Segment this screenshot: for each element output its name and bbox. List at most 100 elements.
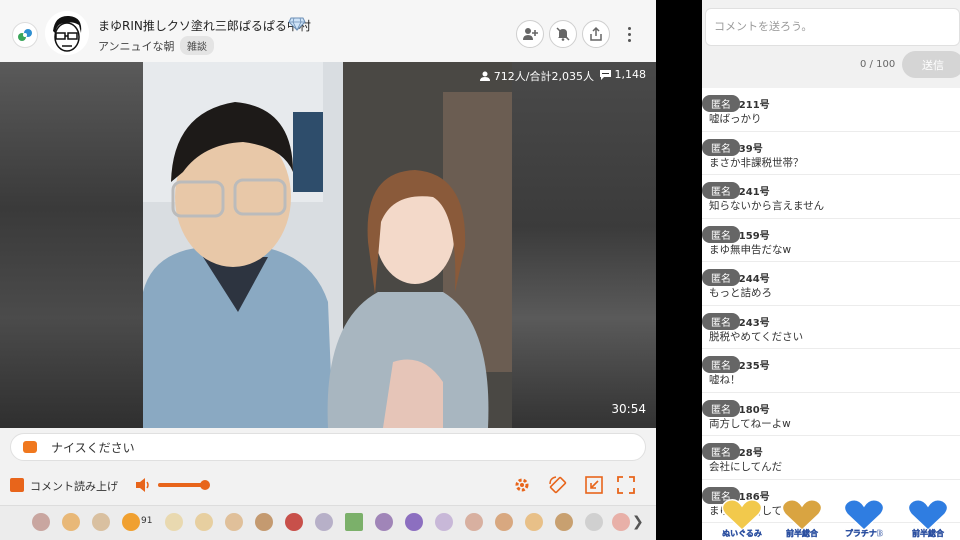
anonymous-badge: 匿名 [702,95,740,112]
diamond-icon [288,16,306,35]
stream-panel: まゆRIN推しクソ塗れ三郎ぱるぱる中村 アンニュイな朝 雑談 712人/合計2,… [0,0,656,540]
badge-icon [843,499,885,532]
comment-text: 嘘ばっかり [709,113,762,125]
anonymous-badge: 匿名 [702,138,740,156]
comment-text: 会社にしてんだ [709,461,783,473]
gift-item[interactable] [465,513,483,531]
send-button[interactable]: 送信 [902,51,960,78]
badge-caption: プラチナB [844,529,884,538]
video-player[interactable]: 712人/合計2,035人 1,148 30:54 [0,62,656,428]
gift-item[interactable] [32,513,50,531]
gift-item[interactable] [122,513,140,531]
anonymous-badge: 匿名 [702,182,740,199]
anonymous-badge: 匿名 [702,399,740,417]
comment-input[interactable]: ナイスください [10,433,646,461]
fullscreen-icon[interactable] [616,475,636,495]
badge-icon [781,499,823,532]
volume-fill [158,483,205,487]
comment-text: 両方してねーよw [709,417,791,430]
genre-tag[interactable]: 雑談 [180,36,214,55]
volume-knob[interactable] [199,480,210,490]
gift-item[interactable] [195,513,213,531]
comment-readout-label[interactable]: コメント読み上げ [30,478,118,494]
comment-item[interactable]: たぬき241号匿名知らないから言えません [702,175,960,219]
gift-item[interactable] [612,513,630,531]
gift-item[interactable] [255,513,273,531]
badge-caption: 前半総合 [912,529,944,538]
anonymous-badge: 匿名 [702,356,740,373]
gift-item[interactable] [165,513,183,531]
gift-item[interactable] [435,513,453,531]
comment-panel: コメントを送ろう。 0 / 100 送信 たぬき211号匿名嘘ばっかりたぬき39… [702,0,960,540]
volume-slider[interactable] [158,480,210,490]
rotate-icon[interactable] [548,475,568,495]
gift-item[interactable] [285,513,303,531]
more-icon[interactable] [620,22,638,46]
gift-item[interactable] [405,513,423,531]
comment-text: 脱税やめてください [709,330,804,343]
comment-text: 知らないから言えません [709,200,825,212]
channel-title[interactable]: まゆRIN推しクソ塗れ三郎ぱるぱる中村 [98,17,311,34]
app-window: まゆRIN推しクソ塗れ三郎ぱるぱる中村 アンニュイな朝 雑談 712人/合計2,… [0,0,960,540]
gift-item[interactable] [345,513,363,531]
badge-icon [907,499,949,532]
comment-readout-icon[interactable] [10,478,24,492]
anonymous-badge: 匿名 [702,225,740,243]
comment-item[interactable]: たぬき244号匿名もっと詰めろ [702,262,960,306]
char-count: 0 / 100 [860,59,896,70]
badge-icon [721,499,763,532]
follow-icon[interactable] [516,20,544,48]
video-scene [143,62,512,428]
comment-item[interactable]: たぬき235号匿名嘘ね！ [702,349,960,393]
comment-text: まさか非課税世帯？ [709,156,804,169]
chevron-right-icon[interactable]: ❯ [632,514,644,530]
chat-icon [23,441,37,453]
badge-caption: ぬいぐるみ [722,529,762,538]
gift-item[interactable] [555,513,573,531]
anonymous-badge: 匿名 [702,443,740,460]
stream-subtitle: アンニュイな朝 [98,40,175,53]
comment-count-text: 1,148 [614,68,647,81]
ranking-badge[interactable]: ぬいぐるみ [720,498,764,540]
badge-caption: 前半総合 [786,529,818,538]
gift-item[interactable] [315,513,333,531]
gift-item[interactable] [585,513,603,531]
viewer-count-text: 712人/合計2,035人 [493,70,594,83]
avatar[interactable] [45,11,89,55]
speaker-icon[interactable] [135,477,153,497]
stream-header: まゆRIN推しクソ塗れ三郎ぱるぱる中村 アンニュイな朝 雑談 [0,0,656,62]
elapsed-time: 30:54 [611,402,646,416]
comment-text: 嘘ね！ [709,374,741,386]
popout-icon[interactable] [584,475,604,495]
ranking-badge[interactable]: 前半総合 [906,498,950,540]
gift-item[interactable] [375,513,393,531]
gift-bar: 91 ❯ [0,505,656,540]
logo-icon[interactable] [12,22,38,48]
gift-item[interactable] [495,513,513,531]
gift-item[interactable] [62,513,80,531]
ranking-badge[interactable]: プラチナB [842,498,886,540]
comment-item[interactable]: たぬき211号匿名嘘ばっかり [702,88,960,132]
comment-input-text: ナイスください [51,440,135,455]
mute-notification-icon[interactable] [549,20,577,48]
comment-textarea[interactable]: コメントを送ろう。 [705,8,960,46]
comment-item[interactable]: たぬき28号匿名会社にしてんだ [702,436,960,480]
gift-item[interactable] [525,513,543,531]
comment-text: まゆ無申告だなw [709,243,792,256]
comment-count: 1,148 [599,68,647,81]
anonymous-badge: 匿名 [702,312,740,330]
comment-item[interactable]: たぬき180号匿名両方してねーよw [702,393,960,436]
gift-item[interactable] [225,513,243,531]
gift-item[interactable] [92,513,110,531]
comment-item[interactable]: たぬき39号匿名まさか非課税世帯？ [702,132,960,175]
comment-list: たぬき211号匿名嘘ばっかりたぬき39号匿名まさか非課税世帯？たぬき241号匿名… [702,88,960,523]
viewer-count: 712人/合計2,035人 [479,68,594,84]
comment-item[interactable]: たぬき159号匿名まゆ無申告だなw [702,219,960,262]
share-icon[interactable] [582,20,610,48]
ranking-badges: ぬいぐるみ 前半総合 プラチナB 前半総合 [702,498,960,540]
comment-form: コメントを送ろう。 0 / 100 送信 [702,0,960,88]
comment-item[interactable]: たぬき243号匿名脱税やめてください [702,306,960,349]
settings-icon[interactable] [512,475,532,495]
video-blur-left [0,62,143,428]
ranking-badge[interactable]: 前半総合 [780,498,824,540]
